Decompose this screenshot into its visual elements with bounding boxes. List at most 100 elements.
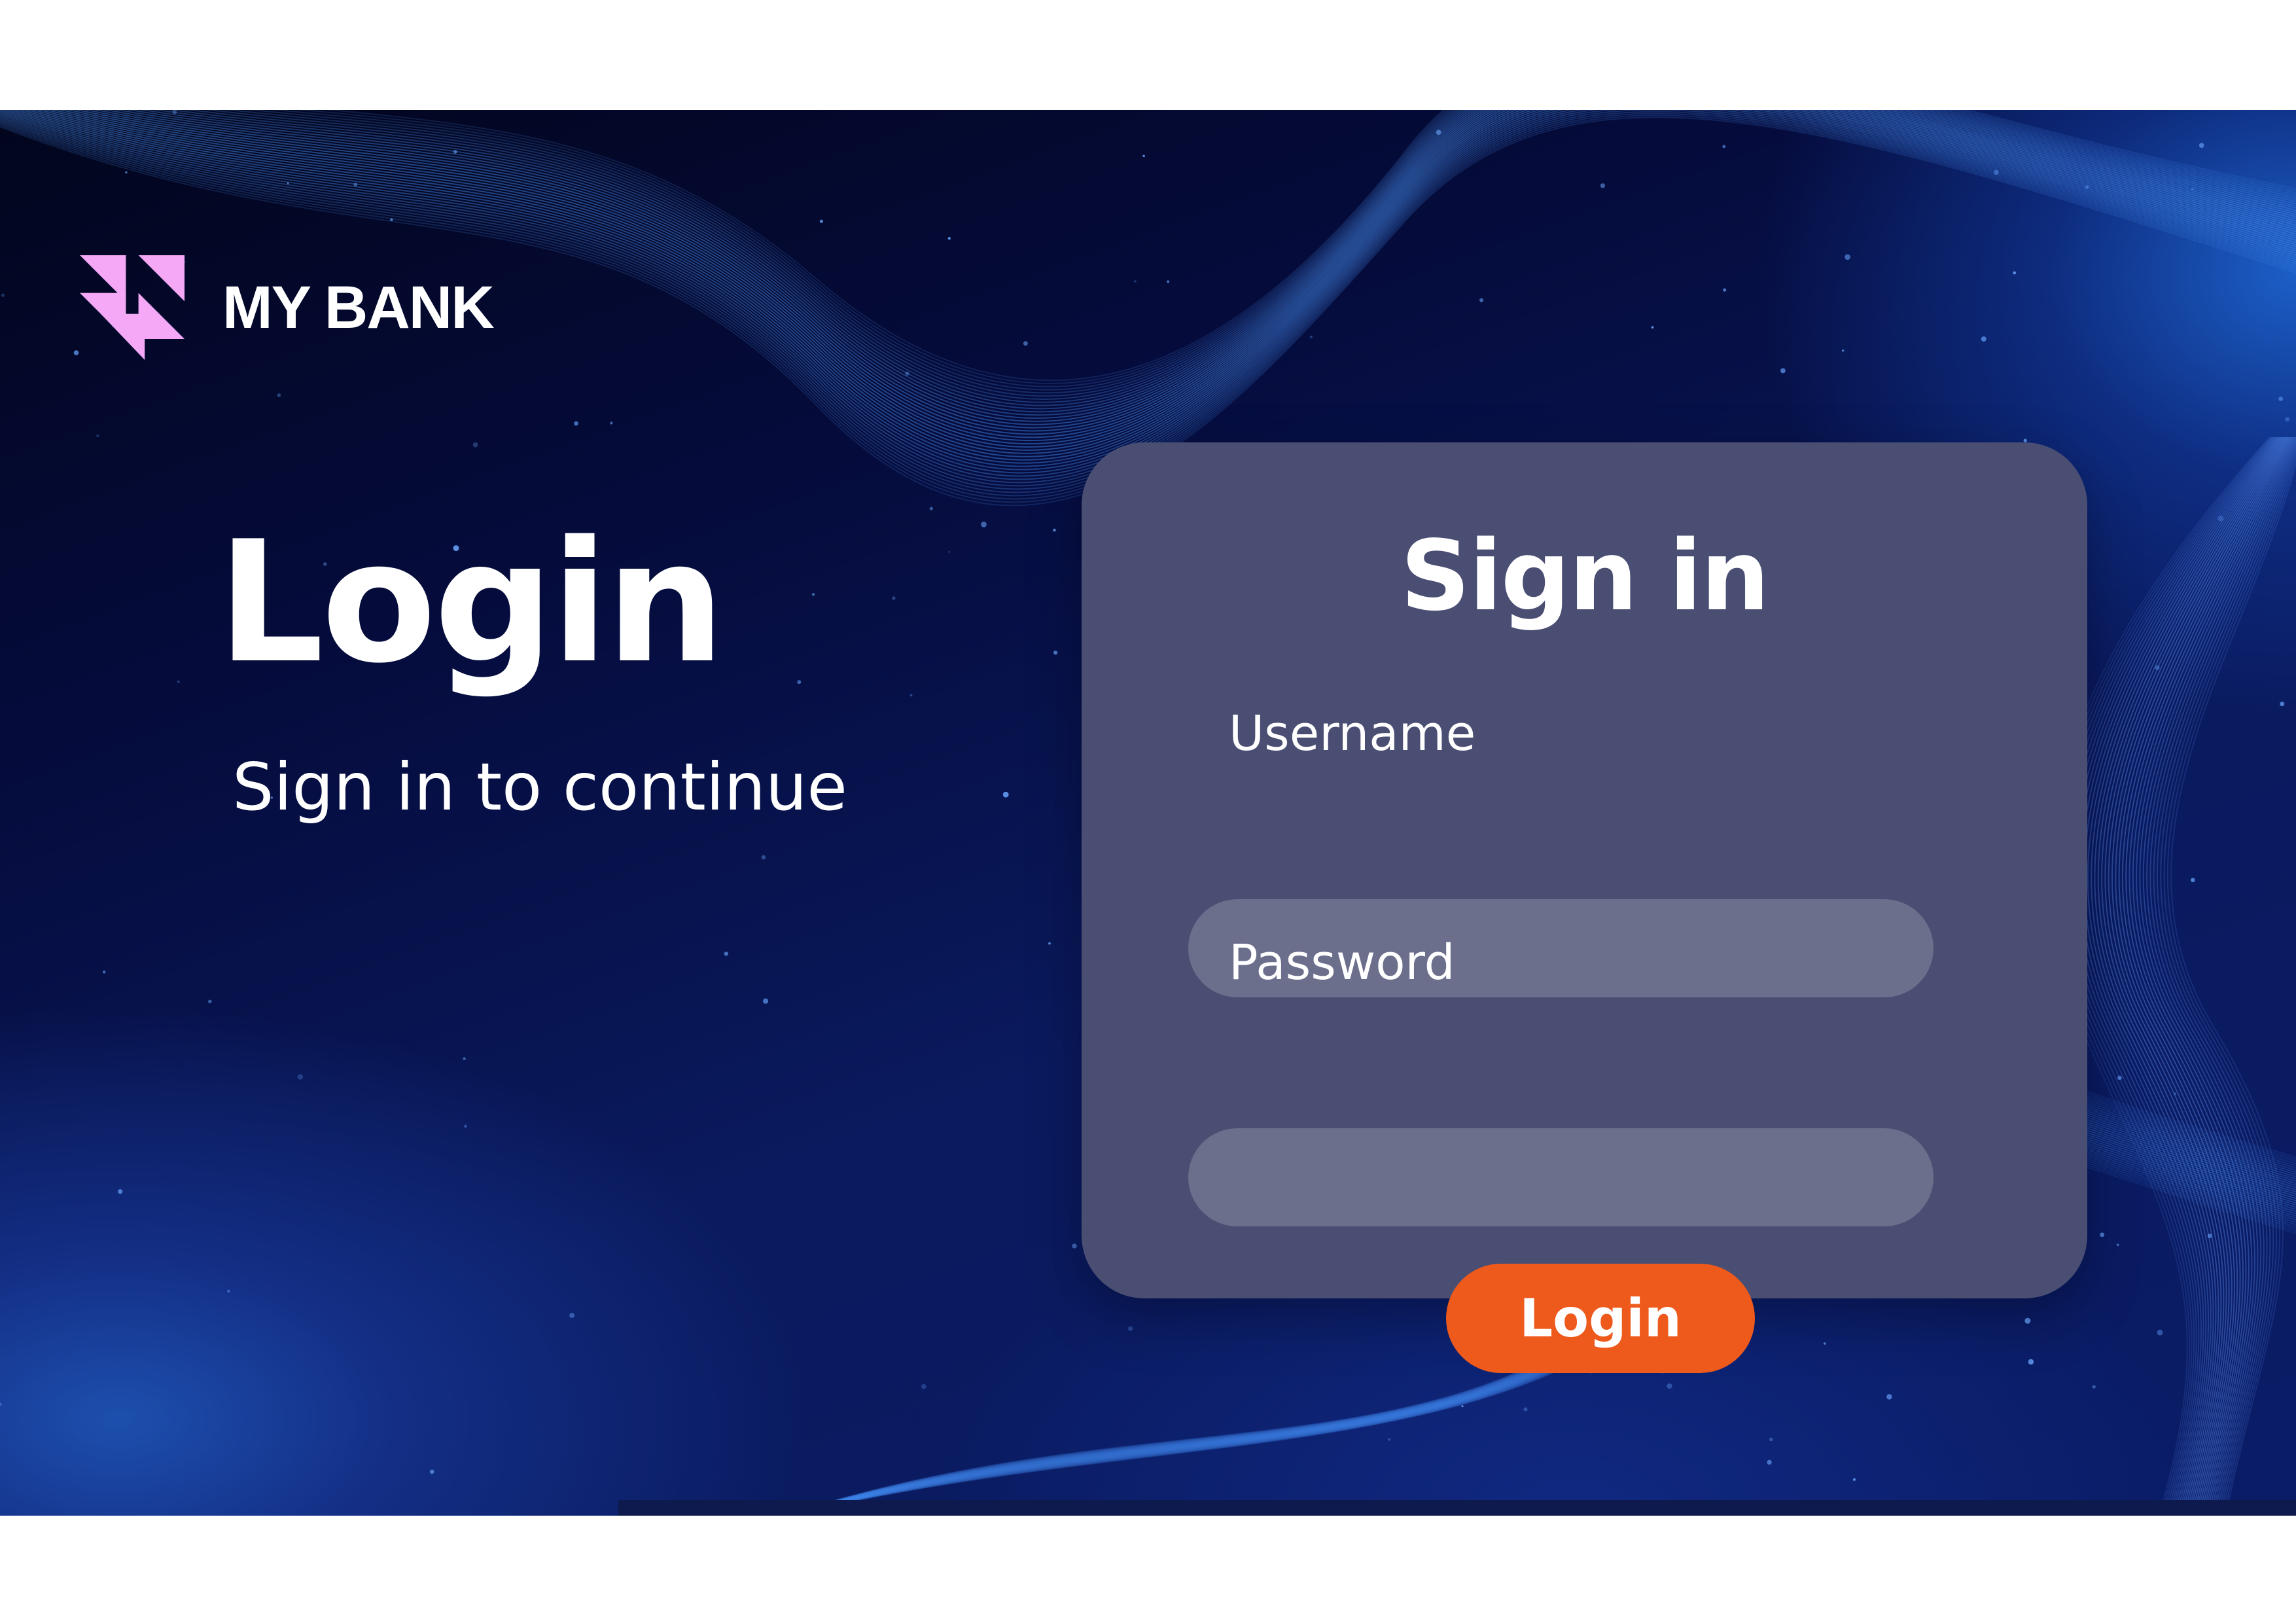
star-dot (1600, 183, 1605, 188)
password-input[interactable] (1188, 1128, 1934, 1226)
star-dot (2280, 702, 2285, 707)
star-dot (172, 110, 177, 115)
star-dot (277, 393, 281, 397)
star-dot (1002, 791, 1009, 798)
password-label: Password (1229, 935, 1455, 991)
wave-line (2101, 437, 2285, 1516)
star-dot (761, 855, 766, 860)
page-subtitle: Sign in to continue (232, 749, 847, 825)
star-dot (1886, 1394, 1892, 1400)
star-dot (208, 999, 212, 1004)
star-dot (892, 596, 896, 600)
star-dot (1436, 130, 1441, 135)
star-dot (1651, 326, 1654, 329)
signin-title: Sign in (1400, 520, 1769, 632)
star-dot (1769, 1437, 1773, 1442)
login-button[interactable]: Login (1446, 1264, 1755, 1373)
star-dot (1388, 1438, 1391, 1441)
star-dot (73, 350, 79, 355)
star-dot (125, 171, 128, 174)
star-dot (2024, 1317, 2031, 1324)
star-dot (574, 421, 578, 426)
star-dot (2207, 1234, 2212, 1238)
username-label: Username (1229, 705, 1476, 762)
star-dot (1723, 288, 1727, 292)
star-dot (819, 219, 823, 223)
star-dot (1845, 254, 1850, 260)
star-dot (430, 1469, 434, 1474)
star-dot (1994, 169, 1999, 175)
star-dot (297, 1074, 303, 1080)
star-dot (103, 971, 106, 974)
wave-line (2142, 437, 2296, 1516)
star-dot (1667, 1383, 1672, 1389)
star-dot (1167, 280, 1170, 283)
star-dot (1134, 280, 1137, 283)
star-dot (0, 1402, 2, 1406)
star-dot (1128, 1326, 1133, 1331)
star-dot (453, 150, 457, 154)
star-dot (118, 1189, 123, 1194)
star-dot (2028, 1359, 2034, 1365)
star-dot (227, 1289, 230, 1293)
star-dot (1981, 336, 1987, 342)
star-dot (2278, 397, 2284, 401)
star-dot (1479, 298, 1484, 302)
bank-logo-icon (80, 255, 185, 360)
star-dot (981, 522, 987, 527)
star-dot (2191, 188, 2193, 190)
star-dot (2116, 1243, 2119, 1247)
star-dot (948, 550, 951, 553)
star-dot (1023, 341, 1028, 346)
star-dot (96, 434, 99, 437)
star-dot (390, 218, 393, 221)
star-dot (287, 182, 289, 185)
star-dot (353, 183, 358, 187)
star-dot (910, 694, 913, 697)
star-dot (929, 507, 933, 510)
star-dot (1142, 154, 1145, 158)
star-dot (921, 1383, 927, 1389)
star-dot (2199, 143, 2204, 148)
star-dot (1053, 651, 1058, 655)
star-dot (763, 998, 769, 1004)
star-dot (1053, 528, 1056, 532)
star-dot (2023, 438, 2027, 442)
star-dot (2217, 515, 2224, 522)
star-dot (2191, 878, 2195, 883)
star-dot (1, 293, 5, 297)
star-dot (2100, 1232, 2105, 1238)
star-dot (905, 371, 910, 376)
star-dot (2013, 271, 2017, 275)
star-dot (1722, 145, 1726, 149)
signin-card: Sign in Username Password Login (1082, 442, 2087, 1373)
star-dot (569, 1313, 574, 1318)
star-dot (2085, 185, 2089, 189)
star-dot (2117, 1075, 2122, 1080)
star-dot (1823, 1342, 1826, 1345)
star-dot (811, 593, 815, 596)
star-dot (1780, 368, 1786, 374)
star-dot (1853, 1478, 1856, 1481)
star-dot (177, 680, 180, 683)
bottom-strip (618, 1500, 2296, 1516)
brand[interactable]: MY BANK (80, 255, 495, 360)
star-dot (1523, 1407, 1528, 1412)
star-dot (2092, 1385, 2096, 1389)
star-dot (2174, 1092, 2177, 1096)
star-dot (464, 1124, 467, 1128)
star-dot (2157, 1329, 2163, 1336)
star-dot (724, 952, 729, 956)
star-dot (1461, 1405, 1464, 1408)
star-dot (2285, 417, 2290, 421)
star-dot (2155, 665, 2160, 670)
star-dot (1767, 1459, 1772, 1465)
brand-name: MY BANK (222, 274, 495, 341)
star-dot (1309, 335, 1313, 338)
star-dot (463, 1057, 466, 1060)
star-dot (797, 680, 802, 685)
page-title: Login (217, 505, 725, 700)
star-dot (1842, 349, 1845, 352)
wave-line (2160, 448, 2296, 1516)
star-dot (947, 237, 951, 240)
